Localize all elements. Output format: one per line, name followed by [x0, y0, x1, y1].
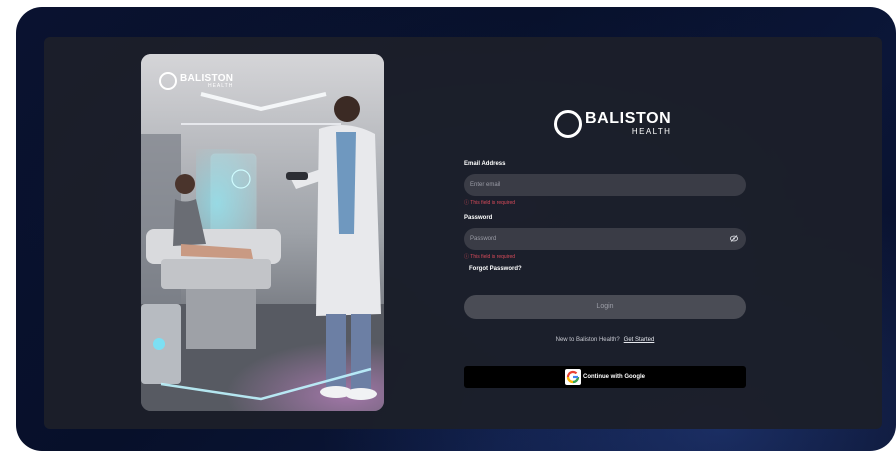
- google-icon: [565, 369, 581, 385]
- password-label: Password: [464, 215, 493, 221]
- email-error: ⓘ This field is required: [464, 200, 516, 206]
- email-label: Email Address: [464, 161, 506, 167]
- clinic-illustration: [141, 54, 384, 411]
- get-started-link[interactable]: Get Started: [624, 337, 655, 343]
- password-placeholder: Password: [470, 236, 497, 242]
- eye-off-icon[interactable]: [730, 235, 738, 242]
- google-signin-button[interactable]: Continue with Google: [464, 366, 746, 388]
- photo-logo-name: BALISTON: [180, 72, 234, 84]
- login-card: BALISTON HEALTH BALISTON HEALTH Email Ad…: [44, 37, 882, 429]
- brand-logo: BALISTON HEALTH: [554, 110, 671, 138]
- brand-name: BALISTON: [585, 110, 672, 128]
- login-button[interactable]: Login: [464, 295, 746, 319]
- signup-text: New to Baliston Health?: [555, 337, 620, 343]
- logo-mark-icon: [159, 72, 177, 90]
- brand-mark-icon: [554, 110, 582, 138]
- email-field[interactable]: Enter email: [464, 174, 746, 196]
- brand-sub: HEALTH: [631, 127, 672, 137]
- hero-image: BALISTON HEALTH: [141, 54, 384, 411]
- password-field[interactable]: Password: [464, 228, 746, 250]
- photo-logo: BALISTON HEALTH: [159, 72, 233, 90]
- signup-prompt: New to Baliston Health? Get Started: [464, 337, 746, 343]
- google-label: Continue with Google: [583, 374, 645, 380]
- forgot-password-link[interactable]: Forgot Password?: [469, 266, 522, 272]
- background-frame: BALISTON HEALTH BALISTON HEALTH Email Ad…: [16, 7, 896, 451]
- password-error: ⓘ This field is required: [464, 254, 516, 260]
- photo-logo-sub: HEALTH: [207, 82, 234, 89]
